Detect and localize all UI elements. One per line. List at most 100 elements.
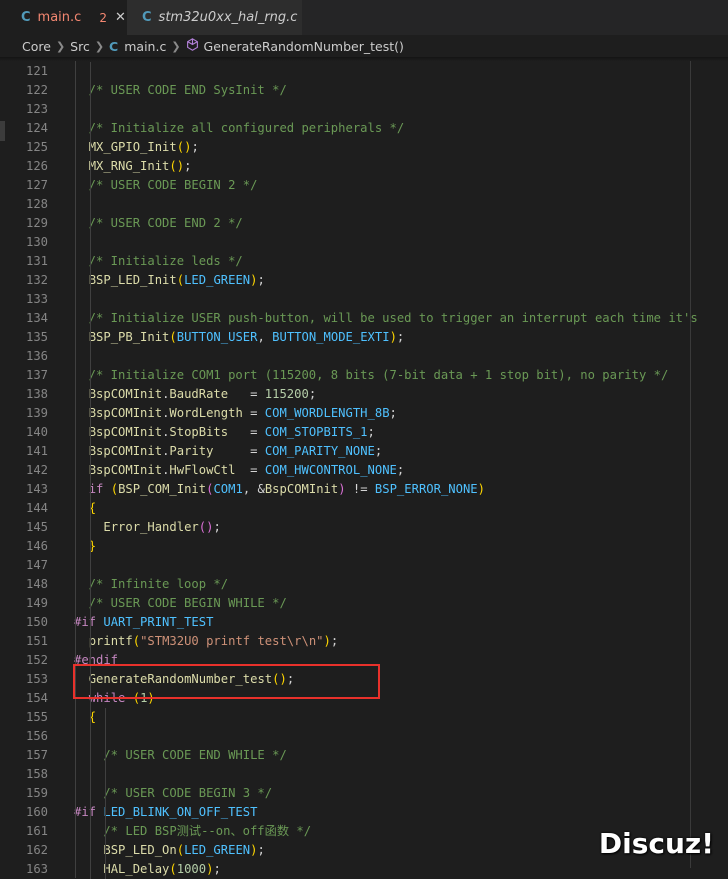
code-line[interactable]: 151 printf("STM32U0 printf test\r\n"); [0, 632, 728, 651]
code-token: != [345, 482, 375, 496]
code-line[interactable]: 135 BSP_PB_Init(BUTTON_USER, BUTTON_MODE… [0, 328, 728, 347]
code-line[interactable]: 143 if (BSP_COM_Init(COM1, &BspCOMInit) … [0, 480, 728, 499]
code-line[interactable]: 141 BspCOMInit.Parity = COM_PARITY_NONE; [0, 442, 728, 461]
code-line[interactable]: 129 /* USER CODE END 2 */ [0, 214, 728, 233]
indent-guide [90, 62, 91, 879]
breadcrumb-item-core[interactable]: Core [22, 39, 51, 54]
code-line[interactable]: 142 BspCOMInit.HwFlowCtl = COM_HWCONTROL… [0, 461, 728, 480]
code-line[interactable]: 144 { [0, 499, 728, 518]
line-number: 137 [25, 368, 48, 382]
code-token: ( [176, 843, 185, 857]
code-line[interactable]: 155 { [0, 708, 728, 727]
code-line[interactable]: 146 } [0, 537, 728, 556]
line-number: 123 [25, 102, 48, 116]
code-line[interactable]: 158 [0, 765, 728, 784]
code-token: = [213, 444, 265, 458]
code-line[interactable]: 147 [0, 556, 728, 575]
code-text: /* USER CODE END SysInit */ [74, 81, 287, 100]
code-line[interactable]: 123 [0, 100, 728, 119]
code-line[interactable]: 149 /* USER CODE BEGIN WHILE */ [0, 594, 728, 613]
code-token: ( [169, 330, 177, 344]
code-text: /* USER CODE BEGIN 2 */ [74, 176, 258, 195]
code-line[interactable]: 139 BspCOMInit.WordLength = COM_WORDLENG… [0, 404, 728, 423]
breadcrumb-item-src[interactable]: Src [70, 39, 90, 54]
watermark: Discuz! [598, 827, 714, 860]
code-text: { [74, 499, 96, 518]
code-line[interactable]: 124 /* Initialize all configured periphe… [0, 119, 728, 138]
code-line[interactable]: 138 BspCOMInit.BaudRate = 115200; [0, 385, 728, 404]
code-line[interactable]: 127 /* USER CODE BEGIN 2 */ [0, 176, 728, 195]
code-text: BspCOMInit.BaudRate = 115200; [74, 385, 316, 404]
code-line[interactable]: 121 [0, 62, 728, 81]
line-number: 146 [25, 539, 48, 553]
code-line[interactable]: 159 /* USER CODE BEGIN 3 */ [0, 784, 728, 803]
code-text: Error_Handler(); [74, 518, 220, 537]
code-text: { [74, 708, 96, 727]
code-token: #if [74, 805, 97, 819]
code-text: /* Initialize USER push-button, will be … [74, 309, 698, 328]
code-line[interactable]: 163 HAL_Delay(1000); [0, 860, 728, 879]
line-number: 157 [25, 748, 48, 762]
code-line[interactable]: 132 BSP_LED_Init(LED_GREEN); [0, 271, 728, 290]
code-line[interactable]: 145 Error_Handler(); [0, 518, 728, 537]
code-text: #if LED_BLINK_ON_OFF_TEST [74, 803, 257, 822]
code-line[interactable]: 160 #if LED_BLINK_ON_OFF_TEST [0, 803, 728, 822]
code-text: MX_GPIO_Init(); [74, 138, 199, 157]
code-token: BSP_PB_Init [88, 330, 170, 344]
line-number: 148 [25, 577, 48, 591]
tab-label: main.c [37, 10, 82, 25]
line-number: 139 [25, 406, 48, 420]
editor-tab-bar: C main.c 2 ✕ C stm32u0xx_hal_rng.c [0, 0, 728, 35]
code-line[interactable]: 156 [0, 727, 728, 746]
cube-method-icon [186, 38, 199, 54]
code-line[interactable]: 148 /* Infinite loop */ [0, 575, 728, 594]
code-line[interactable]: 157 /* USER CODE END WHILE */ [0, 746, 728, 765]
line-number: 144 [25, 501, 48, 515]
line-number: 126 [25, 159, 48, 173]
code-token: Error_Handler [103, 520, 199, 534]
code-line[interactable]: 137 /* Initialize COM1 port (115200, 8 b… [0, 366, 728, 385]
code-line[interactable]: 136 [0, 347, 728, 366]
code-text: HAL_Delay(1000); [74, 860, 220, 879]
code-line[interactable]: 131 /* Initialize leds */ [0, 252, 728, 271]
line-number: 163 [25, 862, 48, 876]
code-line[interactable]: 130 [0, 233, 728, 252]
code-line[interactable]: 126 MX_RNG_Init(); [0, 157, 728, 176]
code-token: BspCOMInit [88, 425, 163, 439]
close-icon[interactable]: ✕ [115, 10, 126, 25]
code-line[interactable]: 133 [0, 290, 728, 309]
code-token: ) [323, 634, 331, 648]
line-number: 121 [25, 64, 48, 78]
code-token: ( [132, 634, 141, 648]
code-text: /* LED BSP测试--on、off函数 */ [74, 822, 311, 841]
breadcrumb-item-main-c[interactable]: main.c [124, 39, 166, 54]
code-token: BspCOMInit [88, 463, 163, 477]
code-line[interactable]: 128 [0, 195, 728, 214]
code-text: MX_RNG_Init(); [74, 157, 192, 176]
code-token: ; [257, 843, 265, 857]
tab-main-c[interactable]: C main.c 2 ✕ [0, 0, 127, 35]
line-number: 145 [25, 520, 48, 534]
code-line[interactable]: 125 MX_GPIO_Init(); [0, 138, 728, 157]
code-line[interactable]: 150 #if UART_PRINT_TEST [0, 613, 728, 632]
code-text: /* USER CODE END 2 */ [74, 214, 243, 233]
code-token: /* USER CODE BEGIN 3 */ [74, 786, 273, 800]
code-token: "STM32U0 printf test\r\n" [140, 634, 324, 648]
line-number: 156 [25, 729, 48, 743]
tab-stm32u0xx-hal-rng-c[interactable]: C stm32u0xx_hal_rng.c [127, 0, 302, 35]
breadcrumb-item-function[interactable]: GenerateRandomNumber_test() [204, 39, 404, 54]
code-text: BspCOMInit.WordLength = COM_WORDLENGTH_8… [74, 404, 397, 423]
code-token: , [257, 330, 273, 344]
code-line[interactable]: 134 /* Initialize USER push-button, will… [0, 309, 728, 328]
indent-guide [105, 708, 106, 879]
code-line[interactable]: 122 /* USER CODE END SysInit */ [0, 81, 728, 100]
line-number: 147 [25, 558, 48, 572]
code-line[interactable]: 140 BspCOMInit.StopBits = COM_STOPBITS_1… [0, 423, 728, 442]
code-token: 1000 [176, 862, 207, 876]
line-number: 158 [25, 767, 48, 781]
